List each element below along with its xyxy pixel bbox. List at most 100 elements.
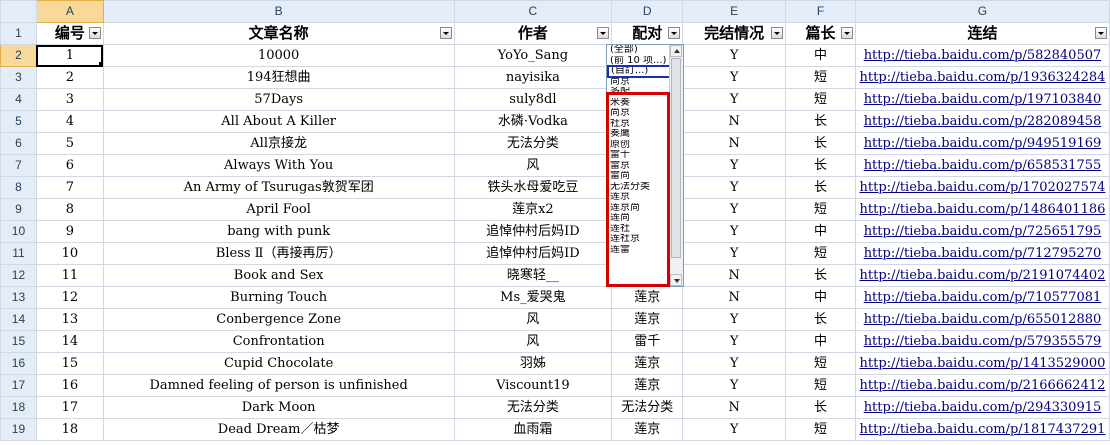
dropdown-scrollbar[interactable]: [669, 45, 683, 286]
cell-status[interactable]: Y: [682, 374, 787, 397]
cell-author[interactable]: 水磷·Vodka: [453, 110, 613, 133]
cell-title[interactable]: Bless Ⅱ（再接再厉）: [102, 242, 455, 265]
cell-id[interactable]: 10: [35, 242, 104, 265]
cell-status[interactable]: N: [682, 264, 787, 287]
cell-status[interactable]: Y: [682, 66, 787, 89]
link-cell[interactable]: http://tieba.baidu.com/p/949519169: [854, 132, 1110, 155]
cell-title[interactable]: Cupid Chocolate: [102, 352, 455, 375]
cell-pairing[interactable]: 莲京: [611, 374, 684, 397]
cell-length[interactable]: 中: [785, 220, 856, 243]
cell-title[interactable]: An Army of Tsurugas敦贺军团: [102, 176, 455, 199]
link-cell[interactable]: http://tieba.baidu.com/p/282089458: [854, 110, 1110, 133]
row-header-1[interactable]: 1: [0, 22, 37, 45]
cell-length[interactable]: 长: [785, 396, 856, 419]
cell-pairing[interactable]: 雷千: [611, 330, 684, 353]
cell-author[interactable]: 铁头水母爱吃豆: [453, 176, 613, 199]
cell-length[interactable]: 短: [785, 352, 856, 375]
cell-title[interactable]: bang with punk: [102, 220, 455, 243]
cell-id[interactable]: 13: [35, 308, 104, 331]
link-cell[interactable]: http://tieba.baidu.com/p/579355579: [854, 330, 1110, 353]
cell-id[interactable]: 11: [35, 264, 104, 287]
cell-title[interactable]: 57Days: [102, 88, 455, 111]
row-header[interactable]: 10: [0, 220, 37, 243]
link-cell[interactable]: http://tieba.baidu.com/p/1817437291: [854, 418, 1110, 441]
cell-id[interactable]: 8: [35, 198, 104, 221]
link-cell[interactable]: http://tieba.baidu.com/p/1936324284: [854, 66, 1110, 89]
cell-pairing[interactable]: 莲京: [611, 308, 684, 331]
link-cell[interactable]: http://tieba.baidu.com/p/1486401186: [854, 198, 1110, 221]
scroll-up-arrow-icon[interactable]: [670, 45, 682, 57]
cell-id[interactable]: 6: [35, 154, 104, 177]
row-header[interactable]: 12: [0, 264, 37, 287]
row-header[interactable]: 16: [0, 352, 37, 375]
row-header[interactable]: 19: [0, 418, 37, 441]
link-cell[interactable]: http://tieba.baidu.com/p/582840507: [854, 44, 1110, 67]
cell-pairing[interactable]: 莲京: [611, 418, 684, 441]
cell-id[interactable]: 12: [35, 286, 104, 309]
select-all-corner[interactable]: [0, 0, 37, 23]
link-cell[interactable]: http://tieba.baidu.com/p/725651795: [854, 220, 1110, 243]
link-cell[interactable]: http://tieba.baidu.com/p/1413529000: [854, 352, 1110, 375]
cell-length[interactable]: 短: [785, 198, 856, 221]
cell-pairing[interactable]: 莲京: [611, 352, 684, 375]
link-cell[interactable]: http://tieba.baidu.com/p/294330915: [854, 396, 1110, 419]
cell-title[interactable]: 194狂想曲: [102, 66, 455, 89]
link-cell[interactable]: http://tieba.baidu.com/p/2191074402: [854, 264, 1110, 287]
cell-status[interactable]: N: [682, 110, 787, 133]
cell-title[interactable]: Damned feeling of person is unfinished: [102, 374, 455, 397]
column-header-d[interactable]: D: [611, 0, 684, 23]
cell-length[interactable]: 长: [785, 154, 856, 177]
cell-length[interactable]: 长: [785, 308, 856, 331]
scroll-thumb[interactable]: [671, 58, 681, 258]
cell-author[interactable]: 血雨霜: [453, 418, 613, 441]
cell-author[interactable]: Ms_爱哭鬼: [453, 286, 613, 309]
row-header[interactable]: 8: [0, 176, 37, 199]
cell-length[interactable]: 短: [785, 374, 856, 397]
cell-title[interactable]: 10000: [102, 44, 455, 67]
cell-author[interactable]: 风: [453, 308, 613, 331]
cell-status[interactable]: N: [682, 396, 787, 419]
link-cell[interactable]: http://tieba.baidu.com/p/655012880: [854, 308, 1110, 331]
cell-length[interactable]: 短: [785, 88, 856, 111]
filter-dropdown-button[interactable]: [840, 27, 853, 39]
filter-dropdown-button[interactable]: [771, 27, 784, 39]
row-header[interactable]: 2: [0, 44, 37, 67]
cell-status[interactable]: Y: [682, 198, 787, 221]
row-header[interactable]: 6: [0, 132, 37, 155]
cell-id[interactable]: 1: [35, 44, 104, 67]
scroll-down-arrow-icon[interactable]: [670, 274, 682, 286]
cell-status[interactable]: Y: [682, 154, 787, 177]
row-header[interactable]: 18: [0, 396, 37, 419]
cell-pairing[interactable]: 无法分类: [611, 396, 684, 419]
link-cell[interactable]: http://tieba.baidu.com/p/712795270: [854, 242, 1110, 265]
cell-length[interactable]: 短: [785, 242, 856, 265]
cell-title[interactable]: Dead Dream／枯梦: [102, 418, 455, 441]
cell-title[interactable]: Always With You: [102, 154, 455, 177]
cell-author[interactable]: 风: [453, 154, 613, 177]
filter-dropdown-button[interactable]: [668, 27, 681, 39]
cell-author[interactable]: 追悼仲村后妈ID: [453, 242, 613, 265]
cell-title[interactable]: Burning Touch: [102, 286, 455, 309]
filter-dropdown-list[interactable]: (全部) (前 10 项...) (自訂...) 尚京 多配 米奏 尚京 社京 奏鹰 原创 雷千 雷京…: [606, 44, 684, 287]
cell-length[interactable]: 中: [785, 44, 856, 67]
cell-length[interactable]: 中: [785, 330, 856, 353]
cell-id[interactable]: 7: [35, 176, 104, 199]
cell-title[interactable]: Conbergence Zone: [102, 308, 455, 331]
cell-status[interactable]: N: [682, 286, 787, 309]
cell-status[interactable]: N: [682, 132, 787, 155]
cell-status[interactable]: Y: [682, 308, 787, 331]
row-header[interactable]: 4: [0, 88, 37, 111]
cell-author[interactable]: YoYo_Sang: [453, 44, 613, 67]
link-cell[interactable]: http://tieba.baidu.com/p/1702027574: [854, 176, 1110, 199]
cell-pairing[interactable]: 莲京: [611, 286, 684, 309]
cell-author[interactable]: 莲京x2: [453, 198, 613, 221]
cell-id[interactable]: 18: [35, 418, 104, 441]
column-header-f[interactable]: F: [785, 0, 856, 23]
row-header[interactable]: 14: [0, 308, 37, 331]
row-header[interactable]: 7: [0, 154, 37, 177]
filter-dropdown-button[interactable]: [597, 27, 610, 39]
link-cell[interactable]: http://tieba.baidu.com/p/197103840: [854, 88, 1110, 111]
cell-id[interactable]: 2: [35, 66, 104, 89]
cell-id[interactable]: 17: [35, 396, 104, 419]
row-header[interactable]: 5: [0, 110, 37, 133]
